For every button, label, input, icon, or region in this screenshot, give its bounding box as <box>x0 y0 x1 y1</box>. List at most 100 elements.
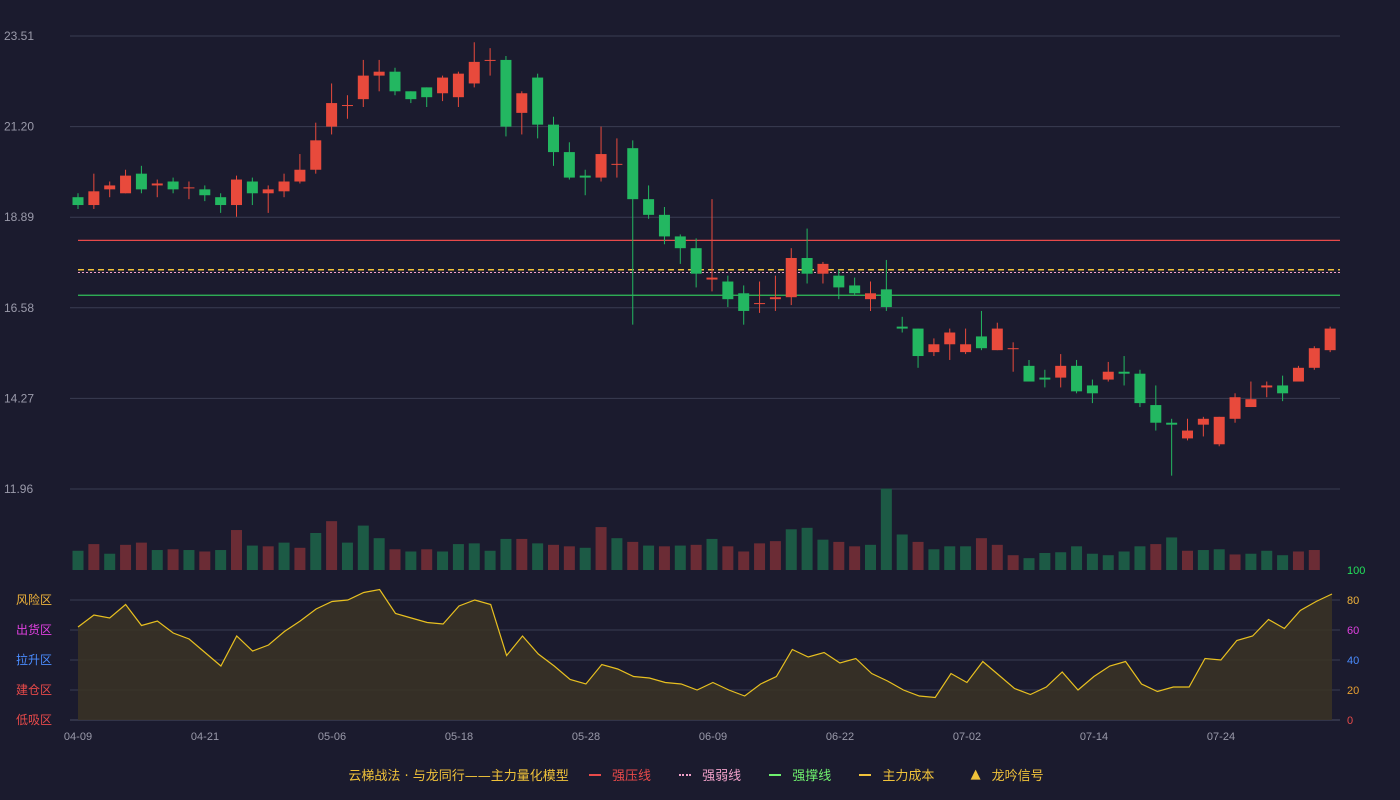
candle <box>1102 361 1114 382</box>
volume-bar <box>1292 551 1304 570</box>
volume-bar <box>975 538 987 570</box>
candle-body <box>1071 365 1083 392</box>
candle <box>357 59 369 107</box>
candle <box>1213 416 1225 447</box>
indicator-tick-label: 60 <box>1347 625 1359 637</box>
candle <box>563 142 575 180</box>
date-tick-label: 07-02 <box>953 731 981 743</box>
candle-body <box>928 344 940 353</box>
volume-bar <box>199 551 211 570</box>
date-tick-label: 05-18 <box>445 731 473 743</box>
candle <box>690 238 702 288</box>
candle-body <box>405 91 417 100</box>
candle-body <box>437 77 449 94</box>
candle <box>738 285 750 325</box>
indicator-tick-label: 80 <box>1347 595 1359 607</box>
volume-bar <box>1055 552 1067 570</box>
candle-body <box>833 275 845 288</box>
volume-bar <box>579 547 591 570</box>
legend-item-main-cost[interactable]: 主力成本 <box>859 765 942 784</box>
price-tick-label: 11.96 <box>4 482 33 496</box>
volume-bar <box>1245 553 1257 570</box>
candle <box>262 185 274 213</box>
volume-bar <box>215 550 227 570</box>
candle-body <box>1261 385 1273 388</box>
volume-bar <box>1023 558 1035 570</box>
zone-label: 出货区 <box>16 622 52 637</box>
volume-bar <box>341 542 353 570</box>
legend-item-strong-support[interactable]: 强撑线 <box>769 765 839 784</box>
candle-body <box>1182 430 1193 439</box>
candle-body <box>627 148 639 200</box>
volume-bar <box>928 549 940 570</box>
date-tick-label: 07-14 <box>1080 731 1108 743</box>
candle-body <box>278 181 290 192</box>
candle-body <box>1086 385 1098 394</box>
volume-bar <box>389 549 401 570</box>
volume-bar <box>548 544 559 570</box>
candle-body <box>674 236 686 249</box>
candle <box>1245 381 1257 408</box>
candle-body <box>389 71 401 92</box>
legend-item-strong-resistance[interactable]: 强压线 <box>588 765 659 784</box>
candle-body <box>326 103 338 127</box>
volume-bar <box>135 542 147 570</box>
legend-item-signal[interactable]: ▲ 龙吟信号 <box>963 765 1052 784</box>
candle-body <box>120 175 132 194</box>
volume-bar <box>991 544 1003 570</box>
price-tick-label: 14.27 <box>4 391 34 405</box>
volume-bar <box>643 545 655 570</box>
candle-body <box>484 59 496 61</box>
candle <box>785 248 797 306</box>
volume-bar <box>88 544 100 570</box>
legend-item-weak-line[interactable]: 强弱线 <box>679 765 749 784</box>
solid-line-icon <box>588 773 601 776</box>
price-tick-label: 21.20 <box>4 120 34 134</box>
zone-label: 低吸区 <box>16 713 52 727</box>
volume-bar <box>1277 555 1289 570</box>
candle-body <box>880 289 892 308</box>
candle-body <box>658 214 670 237</box>
candle <box>912 328 924 368</box>
candle <box>849 277 861 296</box>
candle-body <box>706 277 718 280</box>
volume-bar <box>880 488 892 570</box>
candle <box>310 122 322 174</box>
candle <box>373 59 385 92</box>
candle <box>1134 369 1146 408</box>
volume-bar <box>849 546 861 570</box>
triangle-up-icon: ▲ <box>970 767 981 782</box>
candle <box>437 75 449 102</box>
candle-body <box>199 189 211 196</box>
candle <box>135 165 147 194</box>
indicator-panel: 100 80 60 40 20 0 风险区出货区拉升区建仓区低吸区 <box>16 565 1365 727</box>
candle-body <box>215 197 227 206</box>
candle-body <box>1150 405 1162 423</box>
candle <box>1277 375 1289 402</box>
candle <box>278 173 290 198</box>
volume-bar <box>246 545 258 570</box>
zone-label: 拉升区 <box>16 652 52 667</box>
volume-bar <box>373 538 385 570</box>
candle <box>72 193 84 209</box>
candle <box>706 199 718 292</box>
candle <box>880 259 892 311</box>
candle <box>1308 346 1320 370</box>
volume-bar <box>944 546 956 570</box>
volume-bar <box>690 544 702 570</box>
candle <box>1023 359 1035 382</box>
legend-label: 龙吟信号 <box>991 769 1044 784</box>
volume-bar <box>1118 551 1130 570</box>
candle-body <box>310 140 322 170</box>
candle <box>421 87 433 107</box>
volume-bar <box>294 547 306 570</box>
candle <box>627 140 639 325</box>
candle-body <box>722 281 734 300</box>
candle-body <box>72 197 84 206</box>
candle <box>516 91 528 135</box>
zone-label: 建仓区 <box>16 683 52 697</box>
candle-body <box>960 344 972 353</box>
candle-body <box>643 199 655 215</box>
candle <box>215 193 227 213</box>
volume-bar <box>1102 555 1114 570</box>
